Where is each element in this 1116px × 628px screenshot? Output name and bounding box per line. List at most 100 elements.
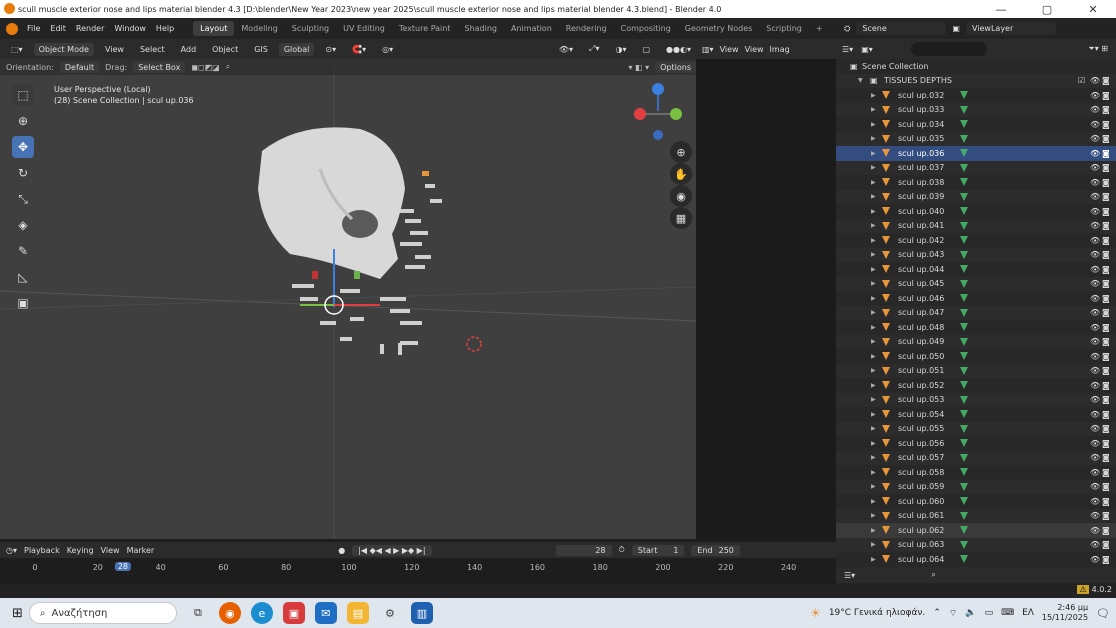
camera-icon[interactable]: ◙ (1102, 337, 1110, 346)
outliner-row-scene-collection[interactable]: ▣ Scene Collection (836, 59, 1116, 74)
pan-hand-icon[interactable]: ✋ (670, 163, 692, 185)
expand-arrow-icon[interactable]: ▶ (871, 121, 876, 128)
expand-arrow-icon[interactable]: ▶ (871, 164, 876, 171)
network-icon[interactable]: ⌔ (949, 608, 957, 619)
expand-arrow-icon[interactable]: ▶ (871, 150, 876, 157)
camera-icon[interactable]: ◙ (1102, 424, 1110, 433)
eye-icon[interactable]: 👁 (1090, 120, 1100, 129)
eye-icon[interactable]: 👁 (1090, 511, 1100, 520)
tool-search-icon[interactable]: ⌕ (226, 62, 230, 72)
secondary-editor[interactable] (696, 59, 836, 539)
menu-render[interactable]: Render (71, 24, 109, 33)
outliner-object-row[interactable]: ▶ scul up.057 👁 ◙ (836, 450, 1116, 465)
timeline-view-menu[interactable]: View (101, 546, 120, 555)
expand-arrow-icon[interactable]: ▶ (871, 324, 876, 331)
tab-animation[interactable]: Animation (504, 21, 559, 36)
add-cube-tool-icon[interactable]: ▣ (12, 292, 34, 314)
weather-icon[interactable]: ☀ (810, 606, 821, 620)
camera-icon[interactable]: ◙ (1102, 207, 1110, 216)
outliner-object-row[interactable]: ▶ scul up.060 👁 ◙ (836, 494, 1116, 509)
expand-arrow-icon[interactable]: ▶ (871, 92, 876, 99)
eye-icon[interactable]: 👁 (1090, 163, 1100, 172)
eye-icon[interactable]: 👁 (1090, 410, 1100, 419)
close-button[interactable]: ✕ (1070, 3, 1116, 16)
visibility-icon[interactable]: 👁▾ (554, 43, 578, 56)
menu-image[interactable]: Imag (770, 45, 790, 54)
eye-icon[interactable]: 👁 (1090, 279, 1100, 288)
measure-tool-icon[interactable]: ◺ (12, 266, 34, 288)
taskbar-search-input[interactable]: ⌕ Αναζήτηση (28, 602, 177, 624)
outliner-object-row[interactable]: ▶ scul up.037 👁 ◙ (836, 160, 1116, 175)
outliner-object-row[interactable]: ▶ scul up.058 👁 ◙ (836, 465, 1116, 480)
move-tool-icon[interactable]: ✥ (12, 136, 34, 158)
eye-icon[interactable]: 👁 (1090, 149, 1100, 158)
camera-icon[interactable]: ◙ (1102, 323, 1110, 332)
camera-icon[interactable]: ◙ (1102, 352, 1110, 361)
expand-arrow-icon[interactable]: ▶ (871, 527, 876, 534)
blender-app-icon[interactable]: ▥ (410, 602, 433, 624)
camera-icon[interactable]: ◙ (1102, 497, 1110, 506)
keying-menu[interactable]: Keying (67, 546, 94, 555)
camera-icon[interactable]: ◙ (1102, 250, 1110, 259)
camera-icon[interactable]: ◙ (1102, 294, 1110, 303)
tab-texture-paint[interactable]: Texture Paint (392, 21, 458, 36)
outliner-object-row[interactable]: ▶ scul up.059 👁 ◙ (836, 479, 1116, 494)
expand-arrow-icon[interactable]: ▶ (871, 338, 876, 345)
outliner-object-row[interactable]: ▶ scul up.063 👁 ◙ (836, 537, 1116, 552)
expand-arrow-icon[interactable]: ▶ (871, 193, 876, 200)
outliner-object-row[interactable]: ▶ scul up.055 👁 ◙ (836, 421, 1116, 436)
expand-arrow-icon[interactable]: ▶ (871, 440, 876, 447)
eye-icon[interactable]: 👁 (1090, 105, 1100, 114)
menu-select[interactable]: Select (135, 43, 170, 56)
add-workspace-button[interactable]: + (809, 21, 830, 36)
camera-icon[interactable]: ◙ (1102, 308, 1110, 317)
outliner-object-row[interactable]: ▶ scul up.032 👁 ◙ (836, 88, 1116, 103)
timeline-scrollbar[interactable] (0, 584, 836, 598)
expand-arrow-icon[interactable]: ▶ (871, 512, 876, 519)
eye-icon[interactable]: 👁 (1090, 540, 1100, 549)
scene-field[interactable]: Scene (856, 22, 947, 35)
menu-gis[interactable]: GIS (249, 43, 273, 56)
language-indicator[interactable]: ΕΛ (1022, 608, 1034, 618)
expand-arrow-icon[interactable]: ▶ (871, 266, 876, 273)
eye-icon[interactable]: 👁 (1090, 294, 1100, 303)
maximize-button[interactable]: ▢ (1024, 3, 1070, 16)
outliner-object-row[interactable]: ▶ scul up.038 👁 ◙ (836, 175, 1116, 190)
expand-arrow-icon[interactable]: ▶ (871, 237, 876, 244)
eye-icon[interactable]: 👁 (1090, 453, 1100, 462)
outliner-object-row[interactable]: ▶ scul up.042 👁 ◙ (836, 233, 1116, 248)
expand-arrow-icon[interactable]: ▶ (871, 179, 876, 186)
outliner-object-row[interactable]: ▶ scul up.054 👁 ◙ (836, 407, 1116, 422)
record-icon[interactable]: ● (338, 546, 345, 555)
tab-rendering[interactable]: Rendering (559, 21, 614, 36)
expand-arrow-icon[interactable]: ▶ (871, 498, 876, 505)
expand-arrow-icon[interactable]: ▶ (871, 208, 876, 215)
display-mode-icon[interactable]: ▣▾ (861, 45, 873, 54)
end-frame-field[interactable]: End 250 (691, 544, 740, 556)
outliner-object-row[interactable]: ▶ scul up.040 👁 ◙ (836, 204, 1116, 219)
camera-icon[interactable]: ◙ (1102, 105, 1110, 114)
timeline-editor-icon[interactable]: ◷▾ (6, 546, 17, 555)
menu-edit[interactable]: Edit (45, 24, 71, 33)
expand-arrow-icon[interactable]: ▶ (871, 556, 876, 563)
marker-menu[interactable]: Marker (127, 546, 155, 555)
eye-icon[interactable]: 👁 (1090, 76, 1100, 85)
expand-arrow-icon[interactable]: ▶ (871, 396, 876, 403)
eye-icon[interactable]: 👁 (1090, 555, 1100, 564)
expand-arrow-icon[interactable]: ▶ (871, 222, 876, 229)
overlay-toggle-icon[interactable]: ◑▾ (610, 43, 631, 56)
current-frame-marker[interactable]: 28 (114, 562, 131, 571)
properties-editor-icon[interactable]: ☰▾ (844, 571, 855, 580)
camera-icon[interactable]: ◙ (1102, 221, 1110, 230)
expand-arrow-icon[interactable]: ▶ (871, 411, 876, 418)
expand-arrow-icon[interactable]: ▶ (871, 251, 876, 258)
eye-icon[interactable]: 👁 (1090, 323, 1100, 332)
eye-icon[interactable]: 👁 (1090, 207, 1100, 216)
eye-icon[interactable]: 👁 (1090, 395, 1100, 404)
zoom-icon[interactable]: ⊕ (670, 141, 692, 163)
eye-icon[interactable]: 👁 (1090, 178, 1100, 187)
view-layer-field[interactable]: ViewLayer (965, 22, 1056, 35)
menu-view-3[interactable]: View (745, 45, 764, 54)
camera-icon[interactable]: ◙ (1102, 410, 1110, 419)
tab-modeling[interactable]: Modeling (234, 21, 284, 36)
